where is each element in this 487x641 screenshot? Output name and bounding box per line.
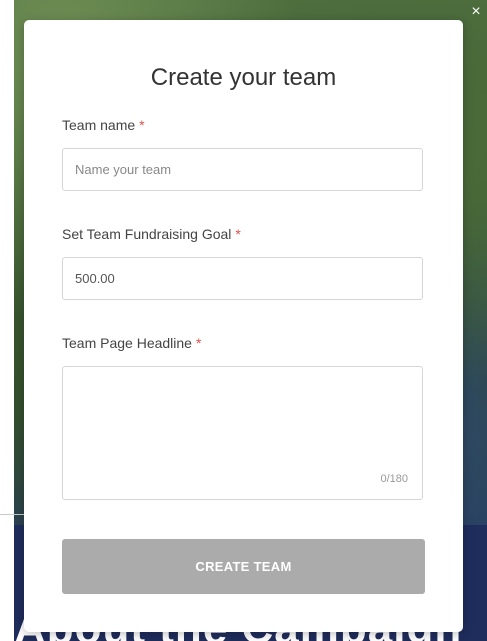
required-marker: * bbox=[139, 117, 145, 133]
team-name-input[interactable] bbox=[62, 148, 423, 191]
character-counter: 0/180 bbox=[380, 473, 408, 485]
create-team-modal: Create your team Team name* Set Team Fun… bbox=[24, 20, 463, 632]
close-icon[interactable]: × bbox=[468, 4, 484, 20]
required-marker: * bbox=[195, 335, 202, 351]
page-margin bbox=[0, 0, 14, 641]
team-name-label: Team name * bbox=[62, 116, 145, 134]
create-team-button[interactable]: CREATE TEAM bbox=[62, 539, 425, 594]
fundraising-goal-label-text: Set Team Fundraising Goal bbox=[62, 226, 232, 242]
divider-line bbox=[0, 514, 24, 515]
required-marker: * bbox=[235, 226, 241, 242]
headline-label-text: Team Page Headline bbox=[62, 335, 192, 351]
modal-title: Create your team bbox=[150, 64, 337, 91]
fundraising-goal-label: Set Team Fundraising Goal * bbox=[62, 225, 241, 243]
fundraising-goal-input[interactable] bbox=[62, 257, 423, 300]
headline-label: Team Page Headline * bbox=[62, 334, 201, 352]
team-name-label-text: Team name bbox=[62, 117, 136, 133]
